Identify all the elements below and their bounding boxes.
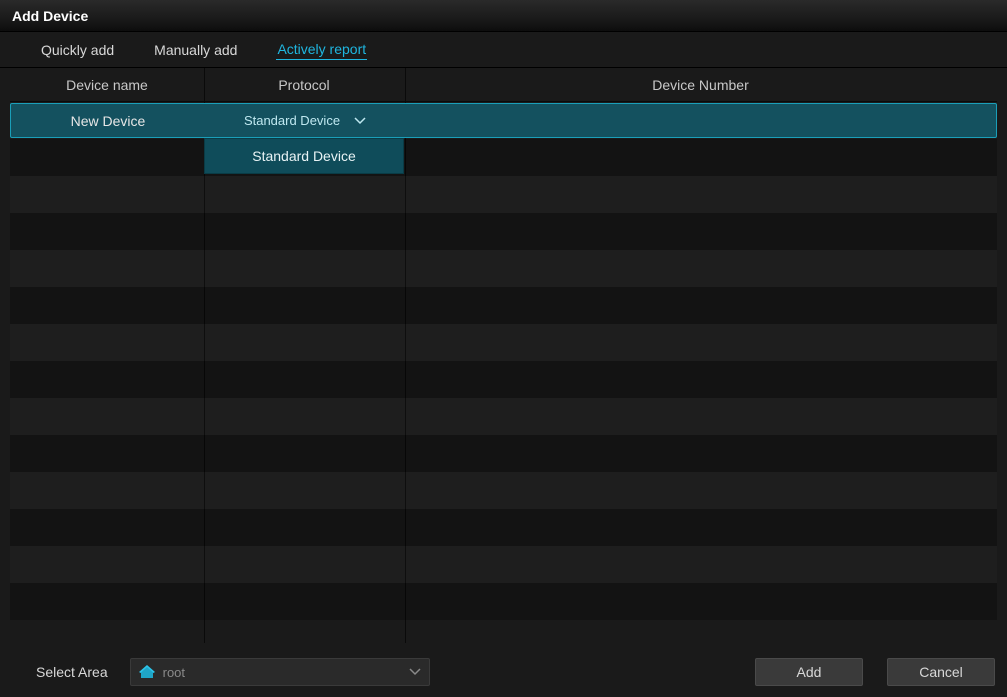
protocol-select[interactable]: Standard Device — [205, 113, 405, 128]
bottom-bar: Select Area root Add Cancel — [0, 647, 1007, 697]
title-bar: Add Device — [0, 0, 1007, 32]
table-row[interactable] — [10, 250, 997, 287]
table-row[interactable] — [10, 139, 997, 176]
table-row[interactable] — [10, 435, 997, 472]
table-row[interactable] — [10, 509, 997, 546]
tab-manually-add[interactable]: Manually add — [153, 40, 238, 60]
table-row[interactable] — [10, 398, 997, 435]
table-row[interactable] — [10, 213, 997, 250]
table-row[interactable] — [10, 361, 997, 398]
protocol-select-value: Standard Device — [244, 113, 340, 128]
cell-device-name[interactable]: New Device — [11, 113, 205, 129]
chevron-down-icon — [409, 668, 421, 676]
table-header: Device name Protocol Device Number — [10, 68, 997, 102]
table-row[interactable] — [10, 472, 997, 509]
protocol-option-standard-device[interactable]: Standard Device — [205, 139, 403, 173]
area-select-value: root — [163, 665, 185, 680]
table-row[interactable] — [10, 324, 997, 361]
column-header-protocol[interactable]: Protocol — [204, 77, 404, 93]
device-table: Device name Protocol Device Number New D… — [0, 68, 1007, 643]
tabs: Quickly add Manually add Actively report — [0, 32, 1007, 68]
cancel-button[interactable]: Cancel — [887, 658, 995, 686]
tab-actively-report[interactable]: Actively report — [276, 39, 367, 60]
home-icon — [139, 665, 155, 679]
table-row[interactable] — [10, 546, 997, 583]
protocol-dropdown: Standard Device — [204, 138, 404, 174]
table-row[interactable] — [10, 287, 997, 324]
add-button[interactable]: Add — [755, 658, 863, 686]
chevron-down-icon — [354, 117, 366, 125]
table-row[interactable]: New Device Standard Device — [10, 103, 997, 138]
table-row[interactable] — [10, 583, 997, 620]
column-header-device-name[interactable]: Device name — [10, 77, 204, 93]
tab-quickly-add[interactable]: Quickly add — [40, 40, 115, 60]
area-select[interactable]: root — [130, 658, 430, 686]
window-title: Add Device — [12, 8, 88, 24]
table-row[interactable] — [10, 176, 997, 213]
select-area-label: Select Area — [12, 664, 116, 680]
table-body: New Device Standard Device Standard Devi… — [10, 102, 997, 620]
column-header-device-number[interactable]: Device Number — [404, 77, 997, 93]
add-device-dialog: Add Device Quickly add Manually add Acti… — [0, 0, 1007, 697]
